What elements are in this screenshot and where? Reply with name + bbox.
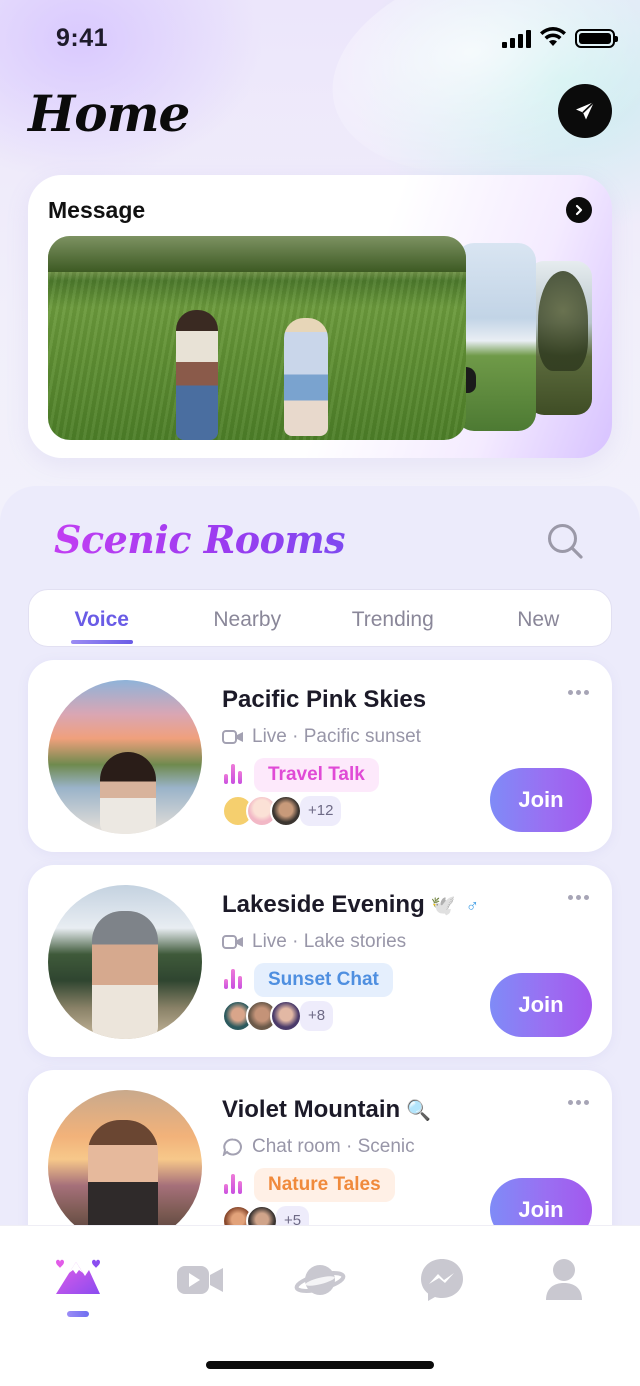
- room-subtitle: Live · Lake stories: [222, 931, 406, 953]
- page-title: Home: [28, 84, 190, 143]
- avatar: [270, 1000, 302, 1032]
- room-tag: Sunset Chat: [254, 963, 393, 997]
- nav-home[interactable]: [52, 1254, 104, 1306]
- video-icon: [222, 935, 243, 949]
- message-card[interactable]: Message: [28, 175, 612, 458]
- tab-voice[interactable]: Voice: [29, 590, 175, 646]
- magnifier-icon: 🔍: [406, 1100, 432, 1122]
- status-bar: 9:41: [0, 24, 640, 56]
- member-avatars: +12: [222, 794, 342, 828]
- room-tag: Travel Talk: [254, 758, 379, 792]
- planet-icon: [294, 1265, 346, 1295]
- tab-trending[interactable]: Trending: [320, 590, 466, 646]
- room-avatar: [48, 680, 202, 834]
- mountain-home-icon: [56, 1259, 100, 1294]
- cellular-signal-icon: [502, 30, 532, 48]
- nav-messages[interactable]: [416, 1254, 468, 1306]
- room-card[interactable]: Pacific Pink Skies Live · Pacific sunset…: [28, 660, 612, 852]
- more-options-icon[interactable]: [568, 690, 590, 696]
- video-camera-icon: [177, 1266, 223, 1294]
- message-photo-2[interactable]: [456, 243, 536, 431]
- send-button[interactable]: [558, 84, 612, 138]
- message-photo-3[interactable]: [528, 261, 592, 415]
- dove-icon: 🕊️: [430, 895, 456, 917]
- nav-profile[interactable]: [538, 1254, 590, 1306]
- message-photo-1[interactable]: [48, 236, 466, 440]
- room-card[interactable]: Lakeside Evening 🕊️ ♂ Live · Lake stories …: [28, 865, 612, 1057]
- room-avatar: [48, 1090, 202, 1244]
- video-icon: [222, 730, 243, 744]
- search-icon: [548, 524, 583, 559]
- paper-plane-icon: [576, 101, 595, 120]
- join-button[interactable]: Join: [490, 973, 592, 1037]
- tab-nearby[interactable]: Nearby: [175, 590, 321, 646]
- chevron-right-icon[interactable]: [566, 197, 592, 223]
- search-button[interactable]: [546, 522, 584, 560]
- audio-level-icon: [224, 969, 242, 989]
- member-avatars: +8: [222, 999, 334, 1033]
- profile-icon: [546, 1259, 582, 1300]
- room-tag: Nature Tales: [254, 1168, 395, 1202]
- room-avatar: [48, 885, 202, 1039]
- status-time: 9:41: [56, 24, 109, 52]
- member-count-badge: +12: [300, 796, 342, 826]
- nav-explore[interactable]: [294, 1254, 346, 1306]
- active-tab-indicator: [67, 1311, 89, 1317]
- male-icon: ♂: [465, 896, 480, 916]
- avatar: [270, 795, 302, 827]
- message-card-title: Message: [48, 197, 146, 223]
- more-options-icon[interactable]: [568, 1100, 590, 1106]
- section-title: Scenic Rooms: [54, 517, 346, 562]
- room-tabs: Voice Nearby Trending New: [28, 589, 612, 647]
- room-name: Lakeside Evening 🕊️ ♂: [222, 891, 480, 918]
- tab-new[interactable]: New: [466, 590, 612, 646]
- room-name: Pacific Pink Skies: [222, 686, 427, 713]
- messenger-icon: [421, 1259, 463, 1301]
- audio-level-icon: [224, 1174, 242, 1194]
- battery-icon: [575, 29, 618, 48]
- home-indicator: [206, 1361, 434, 1369]
- join-button[interactable]: Join: [490, 768, 592, 832]
- chat-bubble-icon: [222, 1138, 242, 1156]
- audio-level-icon: [224, 764, 242, 784]
- nav-video[interactable]: [174, 1254, 226, 1306]
- more-options-icon[interactable]: [568, 895, 590, 901]
- room-name: Violet Mountain 🔍: [222, 1096, 432, 1123]
- room-subtitle: Chat room · Scenic: [222, 1136, 415, 1158]
- member-count-badge: +8: [300, 1001, 334, 1031]
- wifi-icon: [540, 27, 566, 46]
- room-subtitle: Live · Pacific sunset: [222, 726, 421, 748]
- bottom-navigation: [0, 1225, 640, 1386]
